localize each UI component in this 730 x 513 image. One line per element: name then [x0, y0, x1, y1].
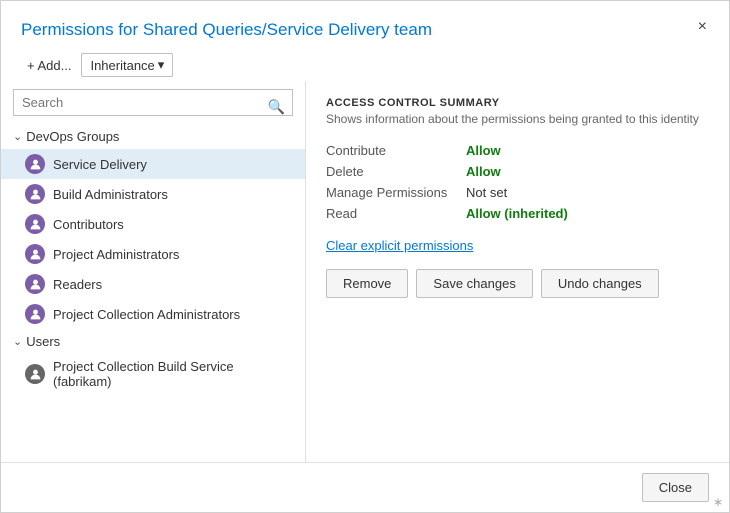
- dialog: Permissions for Shared Queries/Service D…: [0, 0, 730, 513]
- right-panel: ACCESS CONTROL SUMMARY Shows information…: [306, 81, 729, 462]
- group-avatar-icon: [25, 214, 45, 234]
- permission-value: Allow (inherited): [466, 203, 709, 224]
- permission-value: Not set: [466, 182, 709, 203]
- toolbar: + Add... Inheritance ▾: [1, 49, 729, 81]
- remove-button[interactable]: Remove: [326, 269, 408, 298]
- list-item-name: Service Delivery: [53, 157, 147, 172]
- dialog-title: Permissions for Shared Queries/Service D…: [21, 19, 432, 41]
- list-item[interactable]: Project Collection Build Service (fabrik…: [1, 354, 305, 394]
- search-input[interactable]: [13, 89, 293, 116]
- list-item[interactable]: Readers: [1, 269, 305, 299]
- permission-value: Allow: [466, 161, 709, 182]
- search-icon: 🔍: [268, 98, 285, 115]
- table-row: Delete Allow: [326, 161, 709, 182]
- undo-changes-button[interactable]: Undo changes: [541, 269, 659, 298]
- resize-handle-icon[interactable]: ∗: [713, 496, 725, 508]
- group-avatar-icon: [25, 154, 45, 174]
- list-item[interactable]: Project Administrators: [1, 239, 305, 269]
- action-buttons: Remove Save changes Undo changes: [326, 269, 709, 298]
- list-item-name: Project Administrators: [53, 247, 179, 262]
- list-item[interactable]: Project Collection Administrators: [1, 299, 305, 329]
- inheritance-arrow-icon: ▾: [158, 57, 165, 73]
- dialog-footer: Close: [1, 462, 729, 512]
- users-group-label: Users: [26, 334, 60, 349]
- content-area: 🔍 ⌄ DevOps Groups Service Delivery Build…: [1, 81, 729, 462]
- group-avatar-icon: [25, 244, 45, 264]
- dialog-header: Permissions for Shared Queries/Service D…: [1, 1, 729, 49]
- group-avatar-icon: [25, 274, 45, 294]
- list-item[interactable]: Contributors: [1, 209, 305, 239]
- list-item-name: Build Administrators: [53, 187, 168, 202]
- left-panel: 🔍 ⌄ DevOps Groups Service Delivery Build…: [1, 81, 306, 462]
- list-item-name: Project Collection Administrators: [53, 307, 240, 322]
- search-container: 🔍: [1, 89, 305, 124]
- access-summary-title: ACCESS CONTROL SUMMARY: [326, 97, 709, 109]
- close-icon-button[interactable]: ×: [696, 19, 709, 35]
- users-group-header[interactable]: ⌄ Users: [1, 329, 305, 354]
- add-button[interactable]: + Add...: [21, 54, 77, 77]
- permission-value: Allow: [466, 140, 709, 161]
- table-row: Contribute Allow: [326, 140, 709, 161]
- chevron-icon: ⌄: [13, 335, 22, 348]
- user-avatar-icon: [25, 364, 45, 384]
- chevron-icon: ⌄: [13, 130, 22, 143]
- group-avatar-icon: [25, 184, 45, 204]
- list-item-name: Project Collection Build Service (fabrik…: [53, 359, 293, 389]
- close-button[interactable]: Close: [642, 473, 709, 502]
- list-item-name: Contributors: [53, 217, 124, 232]
- list-item[interactable]: Service Delivery: [1, 149, 305, 179]
- devops-groups-label: DevOps Groups: [26, 129, 119, 144]
- devops-groups-header[interactable]: ⌄ DevOps Groups: [1, 124, 305, 149]
- permission-label: Read: [326, 203, 466, 224]
- list-item-name: Readers: [53, 277, 102, 292]
- inheritance-button[interactable]: Inheritance ▾: [81, 53, 173, 77]
- table-row: Manage Permissions Not set: [326, 182, 709, 203]
- table-row: Read Allow (inherited): [326, 203, 709, 224]
- permission-label: Contribute: [326, 140, 466, 161]
- inheritance-label: Inheritance: [90, 58, 154, 73]
- clear-explicit-permissions-link[interactable]: Clear explicit permissions: [326, 238, 709, 253]
- permission-label: Delete: [326, 161, 466, 182]
- permission-label: Manage Permissions: [326, 182, 466, 203]
- access-summary-desc: Shows information about the permissions …: [326, 112, 709, 126]
- permissions-table: Contribute Allow Delete Allow Manage Per…: [326, 140, 709, 224]
- list-item[interactable]: Build Administrators: [1, 179, 305, 209]
- save-changes-button[interactable]: Save changes: [416, 269, 532, 298]
- group-avatar-icon: [25, 304, 45, 324]
